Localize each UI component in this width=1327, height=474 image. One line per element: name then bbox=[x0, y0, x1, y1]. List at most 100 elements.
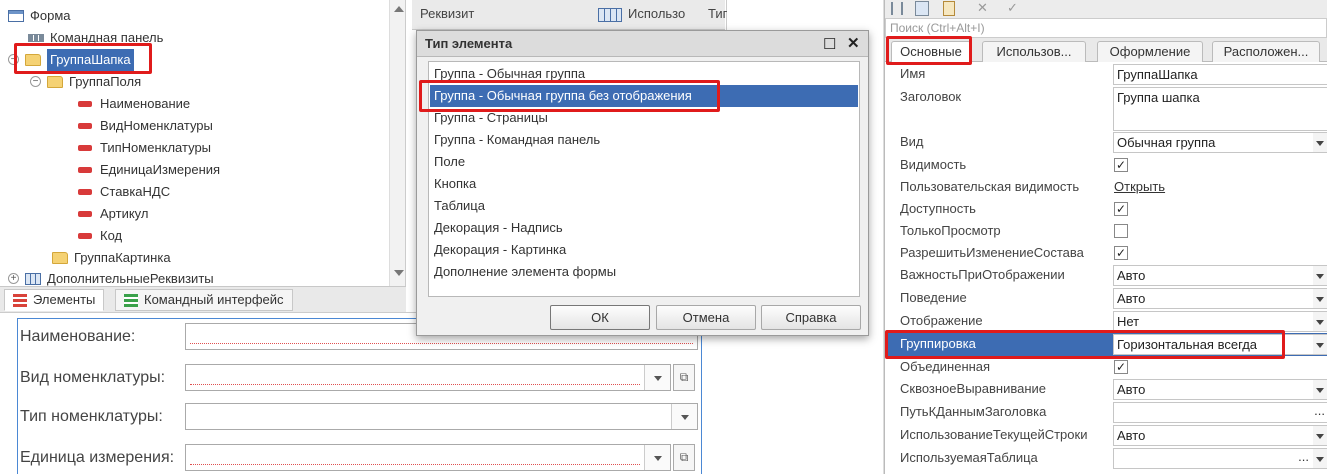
item-kind-field[interactable] bbox=[185, 364, 671, 391]
dropdown-icon[interactable] bbox=[644, 365, 670, 390]
column-header[interactable]: Использо bbox=[628, 6, 685, 21]
folder-icon bbox=[25, 53, 41, 66]
field-icon bbox=[78, 166, 92, 173]
tab-appearance[interactable]: Оформление bbox=[1097, 41, 1203, 62]
kind-select[interactable]: Обычная группа bbox=[1113, 132, 1327, 153]
prop-row-united: Объединенная ✓ bbox=[900, 359, 1128, 374]
prop-row-used-table: ИспользуемаяТаблица ... bbox=[885, 447, 1327, 470]
categories-icon[interactable] bbox=[915, 1, 929, 16]
prop-row-name: Имя ГруппаШапка bbox=[885, 63, 1327, 86]
used-table-input[interactable]: ... bbox=[1113, 448, 1327, 469]
tree-item-field[interactable]: ТипНоменклатуры bbox=[78, 136, 211, 158]
dropdown-icon[interactable] bbox=[671, 404, 697, 429]
help-button[interactable]: Справка bbox=[761, 305, 861, 330]
scroll-up-icon[interactable] bbox=[394, 6, 404, 12]
tab-elements[interactable]: Элементы bbox=[4, 289, 105, 311]
ellipsis-icon[interactable]: ... bbox=[1314, 403, 1325, 420]
prop-row-readonly: ТолькоПросмотр bbox=[885, 220, 1327, 243]
field-icon bbox=[78, 188, 92, 195]
field-icon bbox=[78, 100, 92, 107]
scroll-down-icon[interactable] bbox=[394, 270, 404, 276]
dropdown-icon[interactable] bbox=[644, 445, 670, 470]
dropdown-icon[interactable] bbox=[1313, 380, 1327, 399]
tree-item-group-header[interactable]: − ГруппаШапка bbox=[8, 48, 134, 71]
open-icon[interactable]: ⧉ bbox=[673, 444, 695, 471]
tab-main[interactable]: Основные bbox=[891, 41, 971, 62]
sort-icon[interactable] bbox=[891, 2, 903, 15]
importance-select[interactable]: Авто bbox=[1113, 265, 1327, 286]
search-placeholder: Поиск (Ctrl+Alt+I) bbox=[890, 21, 985, 35]
tab-command-interface[interactable]: Командный интерфейс bbox=[115, 289, 293, 311]
list-item[interactable]: Таблица bbox=[430, 195, 858, 217]
tree-item-field[interactable]: Наименование bbox=[78, 92, 190, 114]
collapse-icon[interactable]: − bbox=[30, 76, 41, 88]
prop-row-behavior: Поведение Авто bbox=[885, 287, 1327, 310]
ok-button[interactable]: ОК bbox=[550, 305, 650, 330]
tree-item-command-panel[interactable]: Командная панель bbox=[28, 26, 163, 48]
readonly-checkbox[interactable] bbox=[1114, 224, 1128, 238]
tree-item-field[interactable]: Артикул bbox=[78, 202, 148, 224]
behavior-select[interactable]: Авто bbox=[1113, 288, 1327, 309]
expand-icon[interactable]: + bbox=[8, 273, 19, 285]
enabled-checkbox[interactable]: ✓ bbox=[1114, 202, 1128, 216]
tab-usage[interactable]: Использов... bbox=[982, 41, 1086, 62]
prop-row-kind: Вид Обычная группа bbox=[885, 131, 1327, 154]
dropdown-icon[interactable] bbox=[1313, 335, 1327, 354]
tree-bottom-tabs: Элементы Командный интерфейс bbox=[0, 286, 406, 312]
maximize-icon[interactable]: ☐ bbox=[823, 35, 836, 53]
list-item[interactable]: Декорация - Надпись bbox=[430, 217, 858, 239]
cancel-button[interactable]: Отмена bbox=[656, 305, 756, 330]
tree-scrollbar[interactable] bbox=[389, 0, 405, 286]
open-link[interactable]: Открыть bbox=[1114, 179, 1165, 194]
list-item[interactable]: Группа - Обычная группа bbox=[430, 63, 858, 85]
name-value-input[interactable]: ГруппаШапка bbox=[1113, 64, 1327, 85]
item-type-field[interactable] bbox=[185, 403, 698, 430]
allow-change-checkbox[interactable]: ✓ bbox=[1114, 246, 1128, 260]
book-icon[interactable] bbox=[943, 1, 955, 16]
tree-item-additional-attributes[interactable]: + ДополнительныеРеквизиты bbox=[8, 267, 214, 286]
search-input[interactable]: Поиск (Ctrl+Alt+I) bbox=[885, 18, 1327, 38]
dropdown-icon[interactable] bbox=[1313, 449, 1327, 468]
delete-icon[interactable]: ✕ bbox=[977, 0, 988, 16]
dropdown-icon[interactable] bbox=[1313, 426, 1327, 445]
tree-item-field[interactable]: СтавкаНДС bbox=[78, 180, 170, 202]
ellipsis-icon[interactable]: ... bbox=[1298, 449, 1309, 466]
current-row-select[interactable]: Авто bbox=[1113, 425, 1327, 446]
tree-item-group-fields[interactable]: − ГруппаПоля bbox=[30, 70, 141, 92]
tree-item-field[interactable]: ЕдиницаИзмерения bbox=[78, 158, 220, 180]
column-header[interactable]: Реквизит bbox=[420, 6, 474, 21]
field-icon bbox=[78, 232, 92, 239]
unit-field[interactable] bbox=[185, 444, 671, 471]
title-value-input[interactable]: Группа шапка bbox=[1113, 87, 1327, 131]
tree-item-form[interactable]: Форма bbox=[8, 4, 71, 26]
command-interface-icon bbox=[124, 294, 138, 307]
open-icon[interactable]: ⧉ bbox=[673, 364, 695, 391]
list-item[interactable]: Поле bbox=[430, 151, 858, 173]
close-icon[interactable]: ✕ bbox=[847, 34, 860, 52]
list-item[interactable]: Кнопка bbox=[430, 173, 858, 195]
dropdown-icon[interactable] bbox=[1313, 289, 1327, 308]
grouping-select[interactable]: Горизонтальная всегда bbox=[1113, 334, 1327, 355]
through-align-select[interactable]: Авто bbox=[1113, 379, 1327, 400]
dropdown-icon[interactable] bbox=[1313, 266, 1327, 285]
list-item[interactable]: Группа - Командная панель bbox=[430, 129, 858, 151]
tree-item-field[interactable]: ВидНоменклатуры bbox=[78, 114, 213, 136]
list-item[interactable]: Декорация - Картинка bbox=[430, 239, 858, 261]
field-icon bbox=[78, 144, 92, 151]
list-item[interactable]: Группа - Страницы bbox=[430, 107, 858, 129]
prop-row-grouping: Группировка Горизонтальная всегда bbox=[885, 333, 1327, 356]
list-item[interactable]: Дополнение элемента формы bbox=[430, 261, 858, 283]
prop-row-enabled: Доступность ✓ bbox=[900, 201, 1128, 216]
collapse-icon[interactable]: − bbox=[8, 54, 19, 66]
tree-item-field[interactable]: Код bbox=[78, 224, 122, 246]
united-checkbox[interactable]: ✓ bbox=[1114, 360, 1128, 374]
apply-icon[interactable]: ✓ bbox=[1007, 0, 1018, 16]
visible-checkbox[interactable]: ✓ bbox=[1114, 158, 1128, 172]
list-item-selected[interactable]: Группа - Обычная группа без отображения bbox=[430, 85, 858, 107]
tree-item-group-picture[interactable]: ГруппаКартинка bbox=[52, 246, 171, 268]
title-path-input[interactable]: ... bbox=[1113, 402, 1327, 423]
representation-select[interactable]: Нет bbox=[1113, 311, 1327, 332]
tab-layout[interactable]: Расположен... bbox=[1212, 41, 1320, 62]
dropdown-icon[interactable] bbox=[1313, 312, 1327, 331]
dropdown-icon[interactable] bbox=[1313, 133, 1327, 152]
